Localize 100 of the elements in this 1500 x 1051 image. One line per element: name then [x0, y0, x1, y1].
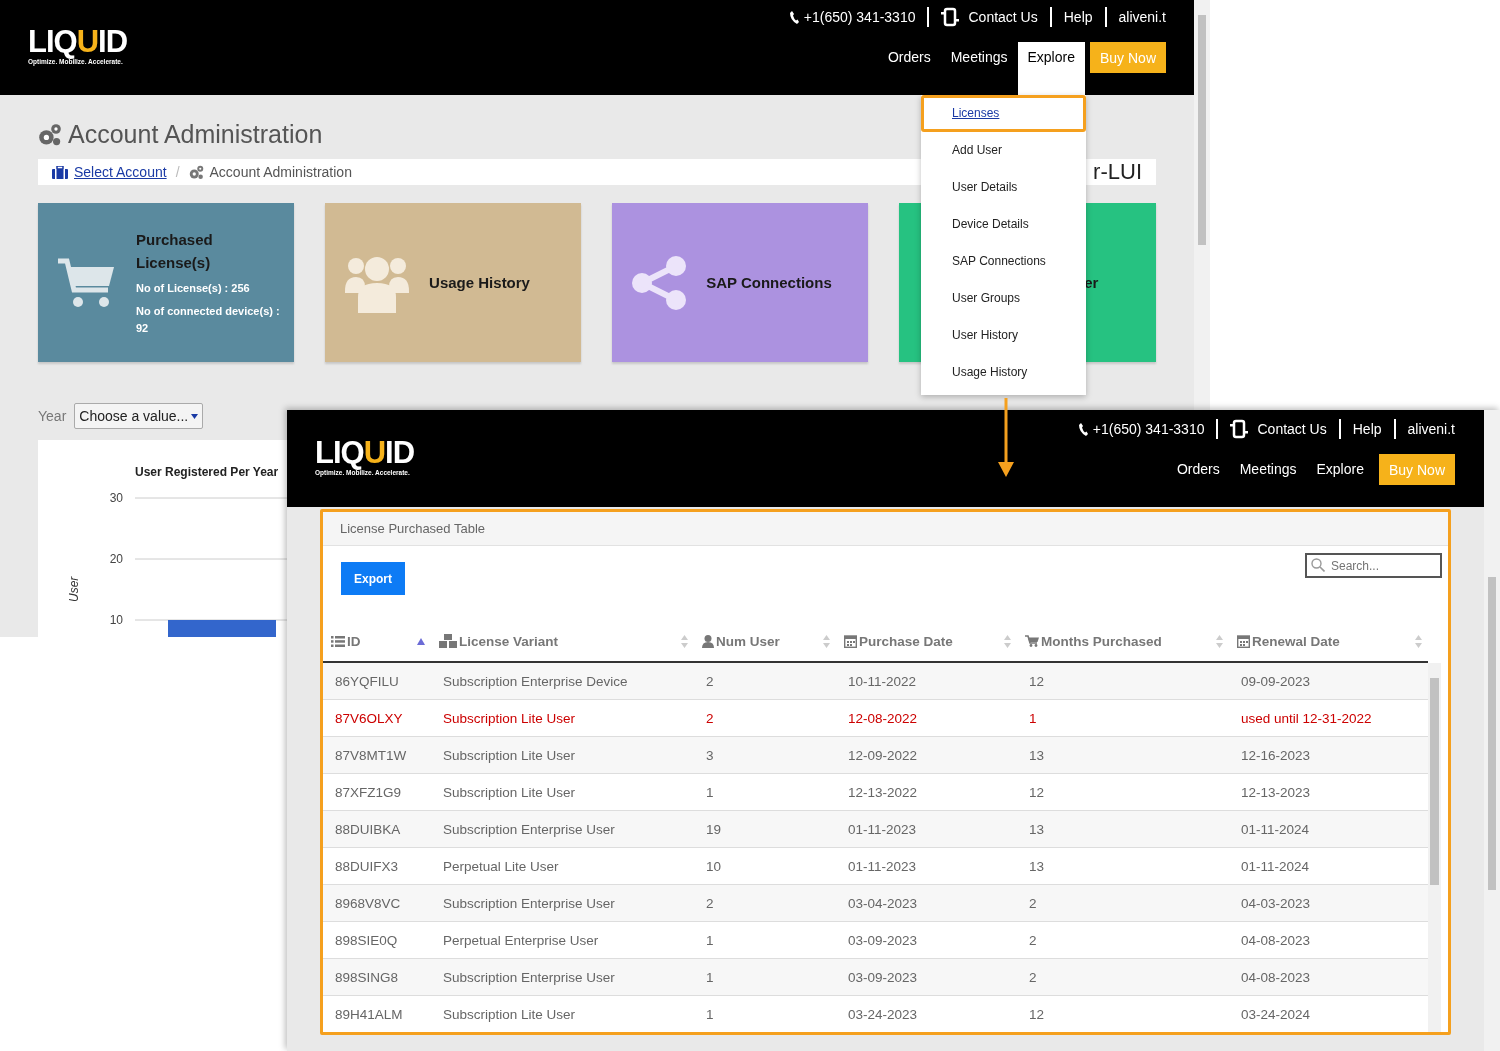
dashboard-card[interactable]: Usage History	[325, 203, 582, 362]
menu-item[interactable]: SAP Connections	[921, 243, 1086, 280]
table-cell: Subscription Lite User	[431, 995, 694, 1032]
table-scrollbar[interactable]	[1428, 663, 1441, 1032]
gears-icon	[38, 122, 62, 147]
search-field[interactable]: Search...	[1305, 553, 1442, 578]
column-header[interactable]: Purchase Date	[859, 633, 953, 649]
breadcrumb-link[interactable]: Select Account	[74, 164, 167, 180]
table-cell: 04-08-2023	[1229, 958, 1428, 996]
contact-link[interactable]: Contact Us	[968, 9, 1038, 25]
tick-label: 10	[109, 613, 123, 627]
table-cell: 01-11-2024	[1229, 810, 1428, 848]
user-menu[interactable]: aliveni.t	[1407, 421, 1455, 437]
table-cell: 09-09-2023	[1229, 662, 1428, 700]
table-cell: Subscription Enterprise User	[431, 884, 694, 922]
table-cell: 8968V8VC	[323, 884, 431, 922]
table-cell: 89H41ALM	[323, 995, 431, 1032]
chart-title: User Registered Per Year	[135, 465, 279, 479]
cubes-icon	[439, 634, 457, 648]
table-cell: 13	[1017, 736, 1229, 774]
nav-tab[interactable]: Explore	[1017, 42, 1085, 95]
shopping-cart-icon	[58, 257, 116, 308]
axis-title: User	[67, 576, 81, 602]
menu-item[interactable]: Usage History	[921, 354, 1086, 391]
table-cell: Subscription Enterprise User	[431, 958, 694, 996]
table-cell: 86YQFILU	[323, 662, 431, 700]
column-header[interactable]: ID	[347, 633, 361, 649]
export-button[interactable]: Export	[341, 562, 405, 595]
sort-icon[interactable]	[1415, 634, 1422, 648]
caret-icon	[191, 413, 199, 419]
menu-item[interactable]: User Details	[921, 169, 1086, 206]
table-cell: 87V8MT1W	[323, 736, 431, 774]
table-cell: 12	[1017, 995, 1229, 1032]
tick-label: 30	[109, 491, 123, 505]
mobile-phone-icon	[941, 7, 960, 27]
menu-item[interactable]: Device Details	[921, 206, 1086, 243]
menu-item[interactable]: User History	[921, 317, 1086, 354]
table-cell: Subscription Lite User	[431, 736, 694, 774]
table-cell: 1	[694, 958, 836, 996]
dashboard-card[interactable]: Purchased License(s) No of License(s) : 256 No of connected device(s) : 92	[38, 203, 295, 362]
column-header[interactable]: License Variant	[459, 633, 559, 649]
column-header[interactable]: Renewal Date	[1252, 633, 1340, 649]
table-cell: Subscription Enterprise User	[431, 810, 694, 848]
nav-tab[interactable]: Meetings	[940, 42, 1018, 81]
card-detail: No of License(s) : 256	[136, 281, 251, 296]
calendar-icon	[844, 634, 857, 648]
panel-title: License Purchased Table	[323, 512, 1448, 546]
column-header[interactable]: Months Purchased	[1041, 633, 1162, 649]
help-link[interactable]: Help	[1063, 9, 1093, 25]
dashboard-card[interactable]: SAP Connections	[612, 203, 869, 362]
table-cell: 01-11-2023	[836, 810, 1017, 848]
nav-tab[interactable]: Meetings	[1229, 454, 1307, 493]
table-cell: 2	[1017, 884, 1229, 922]
table-cell: 3	[694, 736, 836, 774]
card-title: Purchased License(s)	[136, 230, 214, 273]
contact-link[interactable]: Contact Us	[1257, 421, 1327, 437]
nav-tab[interactable]: Orders	[877, 42, 941, 81]
table-cell: 12	[1017, 662, 1229, 700]
share-icon	[632, 255, 687, 310]
year-dropdown[interactable]: Choose a value...	[74, 403, 204, 429]
menu-item[interactable]: Licenses	[921, 95, 1086, 132]
table-cell: 03-04-2023	[836, 884, 1017, 922]
card-title: Usage History	[429, 273, 531, 293]
phone-number: +1(650) 341-3310	[803, 9, 916, 25]
scrollbar[interactable]	[1484, 410, 1500, 1051]
table-cell: 04-03-2023	[1229, 884, 1428, 922]
search-icon	[1311, 558, 1325, 572]
tick-label: 20	[109, 552, 123, 566]
logo[interactable]: LIQUID	[28, 26, 128, 57]
column-header[interactable]: Num User	[716, 633, 780, 649]
sort-icon[interactable]	[1004, 634, 1011, 648]
table-cell: 12-16-2023	[1229, 736, 1428, 774]
table-cell: 19	[694, 810, 836, 848]
table-cell: 1	[694, 995, 836, 1032]
logo[interactable]: LIQUID	[315, 437, 415, 468]
list-icon	[331, 635, 345, 647]
briefcase-icon	[52, 165, 68, 179]
table-cell: 12-09-2022	[836, 736, 1017, 774]
user-icon	[702, 634, 714, 648]
menu-item[interactable]: User Groups	[921, 280, 1086, 317]
user-menu[interactable]: aliveni.t	[1118, 9, 1166, 25]
gears-icon	[188, 164, 204, 180]
sort-icon[interactable]	[823, 634, 830, 648]
scrollbar[interactable]	[1194, 0, 1210, 410]
table-cell: 13	[1017, 810, 1229, 848]
phone-number: +1(650) 341-3310	[1092, 421, 1205, 437]
table-cell: 2	[694, 884, 836, 922]
table-cell: 03-24-2023	[836, 995, 1017, 1032]
nav-tab[interactable]: Explore	[1306, 454, 1374, 493]
table-cell: 2	[1017, 958, 1229, 996]
menu-item[interactable]: Add User	[921, 132, 1086, 169]
sort-icon[interactable]	[1216, 634, 1223, 648]
nav-tab[interactable]: Orders	[1166, 454, 1230, 493]
sort-icon[interactable]	[681, 634, 688, 648]
breadcrumb-separator: /	[175, 164, 180, 180]
shopping-cart-icon	[1025, 635, 1039, 647]
help-link[interactable]: Help	[1352, 421, 1382, 437]
card-detail: No of connected device(s) : 92	[136, 304, 281, 336]
breadcrumb-current: Account Administration	[209, 164, 352, 180]
card-title: SAP Connections	[706, 273, 833, 293]
